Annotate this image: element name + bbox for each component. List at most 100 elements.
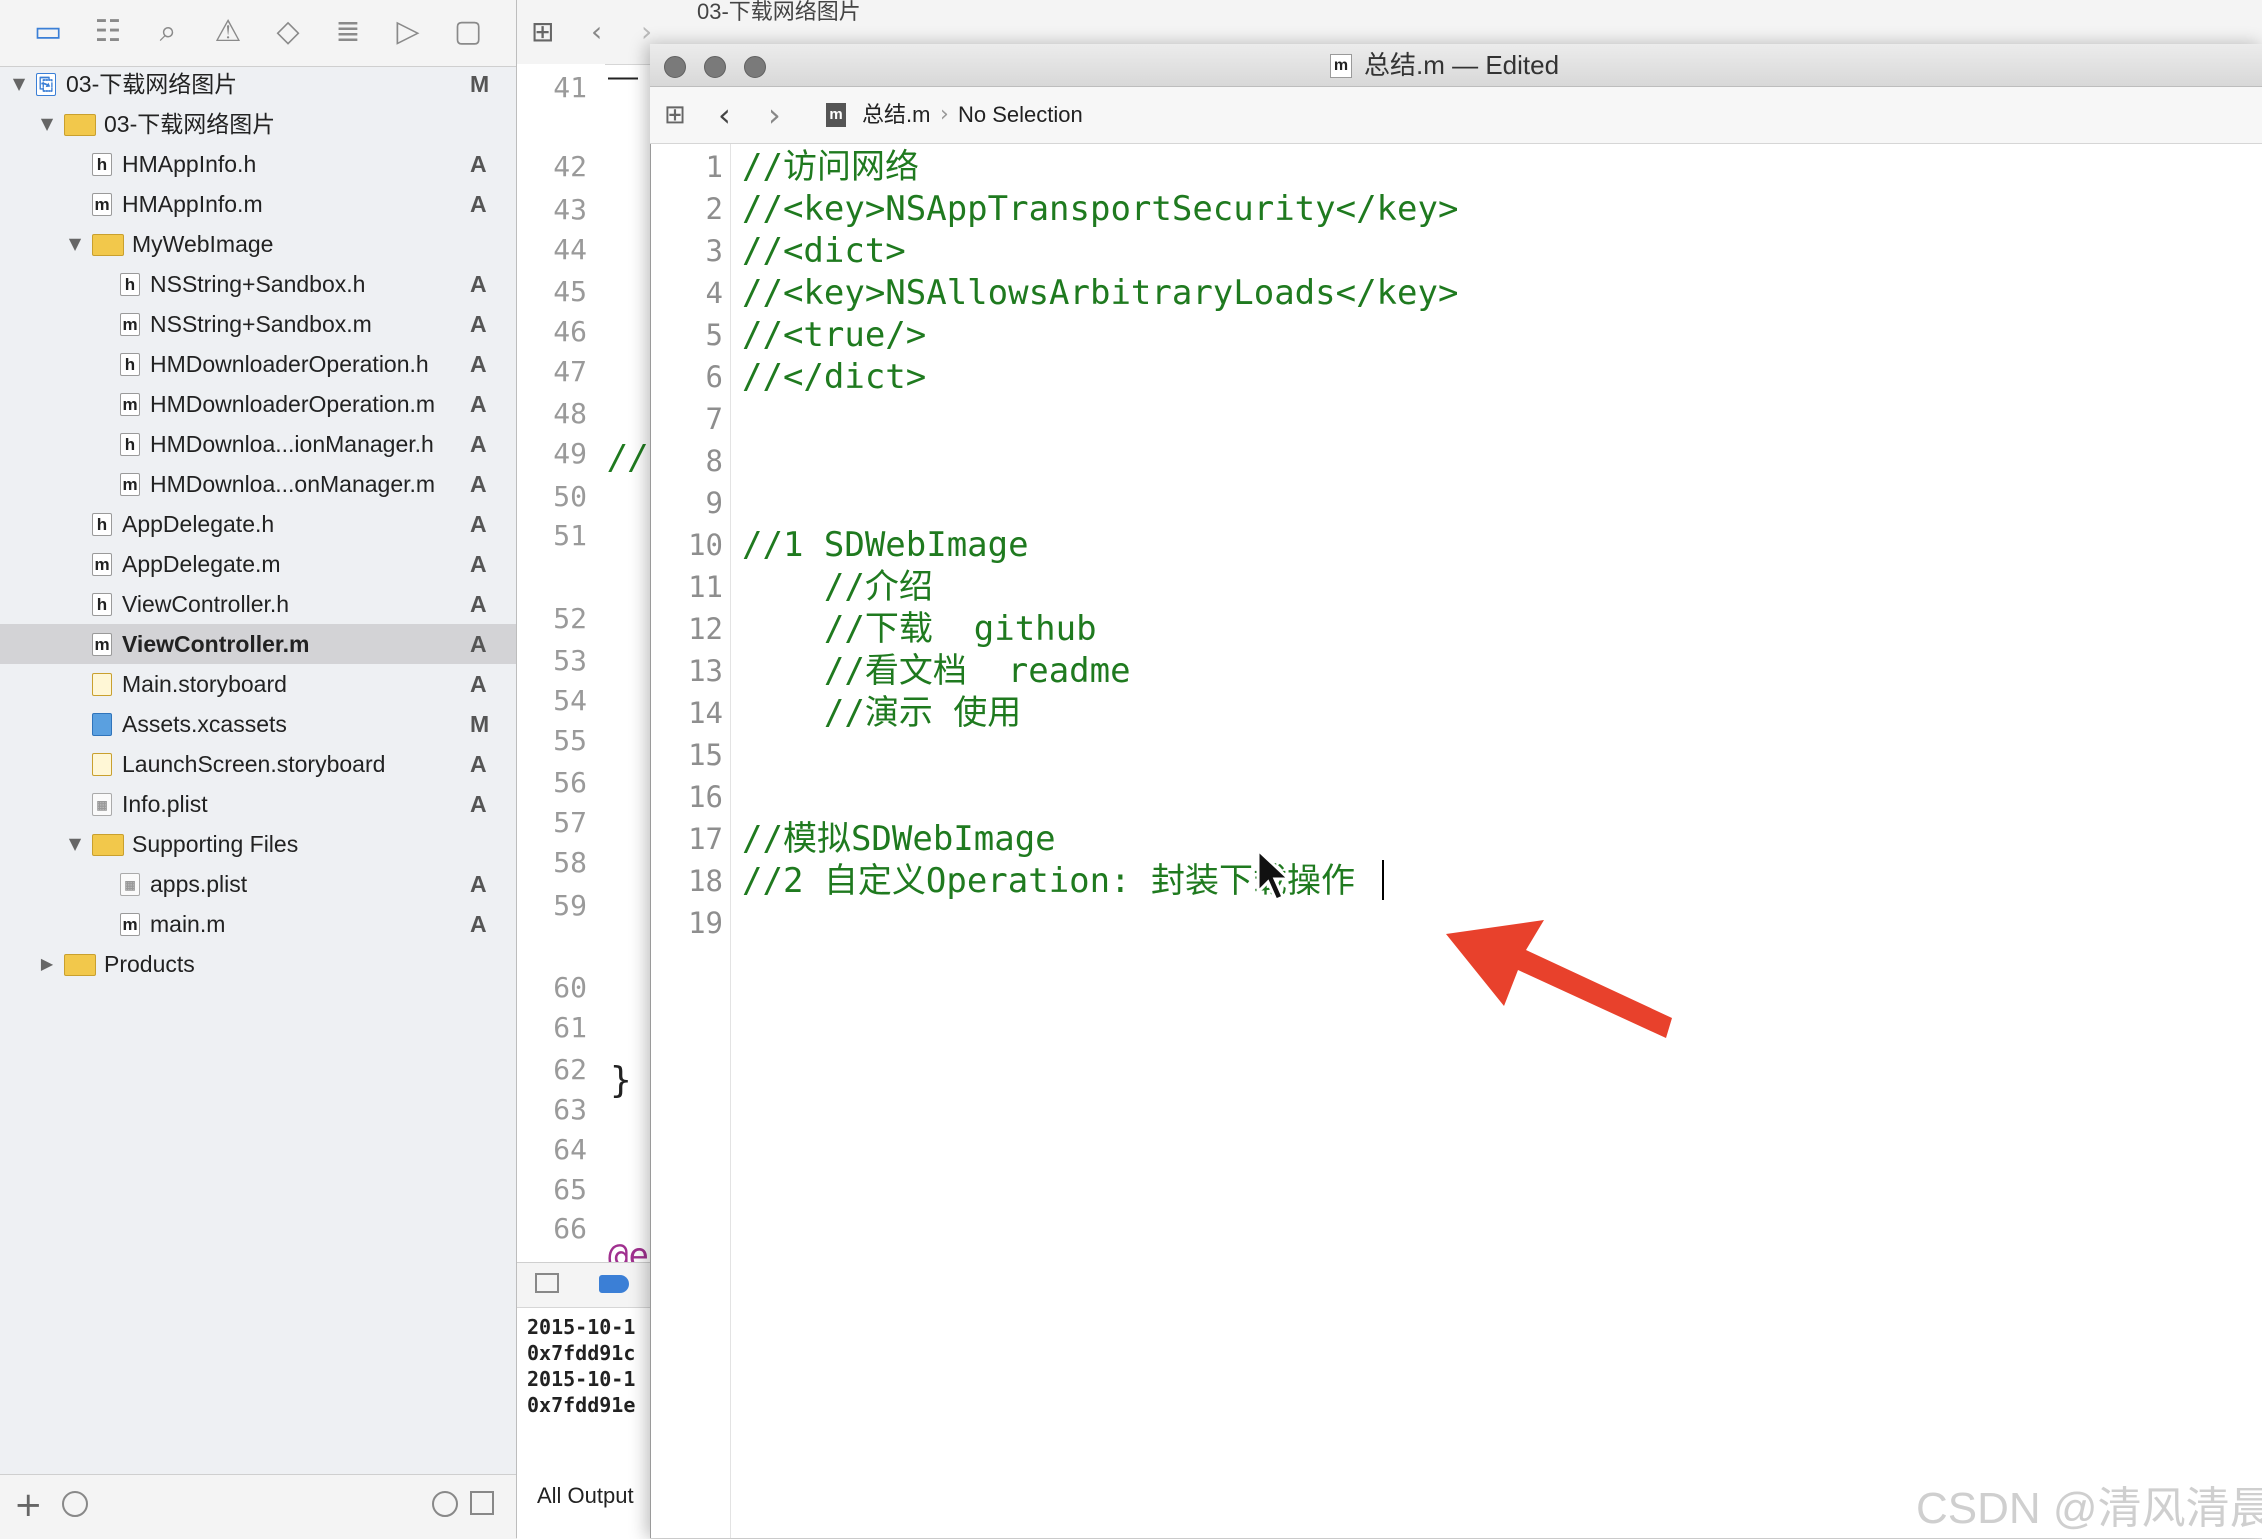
file-tree-row[interactable]: h HMAppInfo.h A <box>0 144 516 184</box>
breakpoint-icon[interactable]: ▷ <box>390 14 426 50</box>
file-tree-row[interactable]: h AppDelegate.h A <box>0 504 516 544</box>
file-tree-label: Assets.xcassets <box>122 711 287 737</box>
hide-debug-icon[interactable] <box>535 1273 559 1293</box>
file-tree-label: HMDownloaderOperation.m <box>150 391 436 417</box>
line-number: 49 <box>553 437 587 471</box>
history-icon[interactable] <box>432 1491 458 1517</box>
jump-file-crumb[interactable]: 总结.m <box>862 87 930 143</box>
forward-icon[interactable]: › <box>768 87 781 143</box>
file-tree-row[interactable]: h HMDownloaderOperation.h A <box>0 344 516 384</box>
back-icon[interactable]: ‹ <box>718 87 731 143</box>
line-number: 52 <box>553 601 587 635</box>
file-tree-label: Main.storyboard <box>122 671 287 697</box>
output-filter-label[interactable]: All Output <box>537 1483 634 1509</box>
file-tree-label: ViewController.m <box>122 631 310 657</box>
file-tree-row[interactable]: ▦ apps.plist A <box>0 864 516 904</box>
file-tree-label: apps.plist <box>150 871 248 897</box>
file-tree-row[interactable]: m ViewController.m A <box>0 624 516 664</box>
line-number: 19 <box>688 906 723 940</box>
related-items-icon[interactable]: ⊞ <box>531 0 554 64</box>
disclosure-open-icon[interactable]: ▼ <box>8 64 30 104</box>
add-icon[interactable]: + <box>14 1485 43 1525</box>
symbol-navigator-icon[interactable]: ☷ <box>90 14 126 50</box>
scm-status-badge: M <box>470 711 490 737</box>
line-number: 54 <box>553 684 587 718</box>
console-log-line: 0x7fdd91e <box>527 1393 636 1417</box>
line-number: 56 <box>553 766 587 800</box>
scm-status-icon[interactable] <box>470 1491 494 1515</box>
file-tree-row[interactable]: m AppDelegate.m A <box>0 544 516 584</box>
file-tree-row[interactable]: m HMDownloaderOperation.m A <box>0 384 516 424</box>
file-tree-row[interactable]: h HMDownloa...ionManager.h A <box>0 424 516 464</box>
file-tree-row[interactable]: LaunchScreen.storyboard A <box>0 744 516 784</box>
implementation-file-icon: m <box>120 473 140 496</box>
project-icon: ⎘ <box>36 73 56 96</box>
file-tree-label: Supporting Files <box>132 831 299 857</box>
window-title: 总结.m — Edited <box>1364 50 1560 80</box>
jump-selection-crumb[interactable]: No Selection <box>958 87 1083 143</box>
scm-status-badge: A <box>470 391 487 417</box>
folder-icon <box>92 834 124 856</box>
file-tree-row[interactable]: ▦ Info.plist A <box>0 784 516 824</box>
file-tree-row[interactable]: Main.storyboard A <box>0 664 516 704</box>
file-tree-row[interactable]: Assets.xcassets M <box>0 704 516 744</box>
line-number: 43 <box>553 192 587 226</box>
report-icon[interactable]: ▢ <box>450 14 486 50</box>
debug-navigator-icon[interactable]: ≣ <box>330 14 366 50</box>
file-tree-row[interactable]: m NSString+Sandbox.m A <box>0 304 516 344</box>
scm-status-badge: A <box>470 871 487 897</box>
file-tree-row[interactable]: h NSString+Sandbox.h A <box>0 264 516 304</box>
minimize-window-button[interactable] <box>704 56 726 78</box>
watermark: CSDN @清风清晨 <box>1916 1484 2262 1533</box>
close-window-button[interactable] <box>664 56 686 78</box>
line-number: 9 <box>705 486 723 520</box>
back-icon[interactable]: ‹ <box>591 0 602 64</box>
mouse-pointer-icon <box>1256 848 1292 902</box>
file-tree-row[interactable]: ▼ MyWebImage <box>0 224 516 264</box>
code-line: //1 SDWebImage <box>742 525 1029 565</box>
zoom-window-button[interactable] <box>744 56 766 78</box>
file-tree-row[interactable]: ▶ Products <box>0 944 516 984</box>
line-number: 7 <box>705 402 723 436</box>
file-tree-label: NSString+Sandbox.m <box>150 311 372 337</box>
code-fragment-comment: // <box>608 438 649 478</box>
disclosure-open-icon[interactable]: ▼ <box>64 224 86 264</box>
implementation-file-icon: m <box>120 313 140 336</box>
header-file-icon: h <box>120 433 140 456</box>
file-tree-row[interactable]: ▼ ⎘ 03-下载网络图片 M <box>0 64 516 104</box>
code-fragment-dash: — <box>608 60 638 93</box>
file-tree-row[interactable]: m main.m A <box>0 904 516 944</box>
console-log-line: 2015-10-1 <box>527 1315 636 1339</box>
file-tree-row[interactable]: h ViewController.h A <box>0 584 516 624</box>
line-number: 15 <box>688 738 723 772</box>
test-navigator-icon[interactable]: ◇ <box>270 14 306 50</box>
file-tree-label: HMDownloaderOperation.h <box>150 351 429 377</box>
crumb-project[interactable]: 03-下载网络图片 <box>697 0 861 44</box>
breakpoints-toggle-icon[interactable] <box>599 1275 629 1293</box>
debug-area: 2015-10-1 0x7fdd91c 2015-10-1 0x7fdd91e All… <box>517 1262 650 1539</box>
code-fragment-brace: } <box>610 1060 632 1101</box>
project-navigator-icon[interactable]: ▭ <box>30 14 66 50</box>
file-tree-label: AppDelegate.h <box>122 511 275 537</box>
disclosure-open-icon[interactable]: ▼ <box>64 824 86 864</box>
search-icon[interactable]: ⌕ <box>150 14 186 50</box>
line-number: 60 <box>553 970 587 1004</box>
warning-icon[interactable]: ⚠ <box>210 14 246 50</box>
code-line: //下载 github <box>742 609 1097 649</box>
line-number: 66 <box>553 1212 587 1246</box>
header-file-icon: h <box>92 593 112 616</box>
file-tree-row[interactable]: m HMAppInfo.m A <box>0 184 516 224</box>
scm-status-badge: A <box>470 911 487 937</box>
related-items-icon[interactable]: ⊞ <box>664 87 686 143</box>
disclosure-open-icon[interactable]: ▼ <box>36 104 58 144</box>
file-tree-row[interactable]: ▼ 03-下载网络图片 <box>0 104 516 144</box>
file-tree-row[interactable]: m HMDownloa...onManager.m A <box>0 464 516 504</box>
disclosure-closed-icon[interactable]: ▶ <box>36 944 58 984</box>
filter-recent-icon[interactable] <box>62 1491 88 1517</box>
scm-status-badge: M <box>470 71 490 97</box>
line-number: 47 <box>553 354 587 388</box>
file-tree-row[interactable]: ▼ Supporting Files <box>0 824 516 864</box>
scm-status-badge: A <box>470 591 487 617</box>
file-tree-label: HMDownloa...onManager.m <box>150 471 436 497</box>
code-line: //访问网络 <box>742 147 919 187</box>
